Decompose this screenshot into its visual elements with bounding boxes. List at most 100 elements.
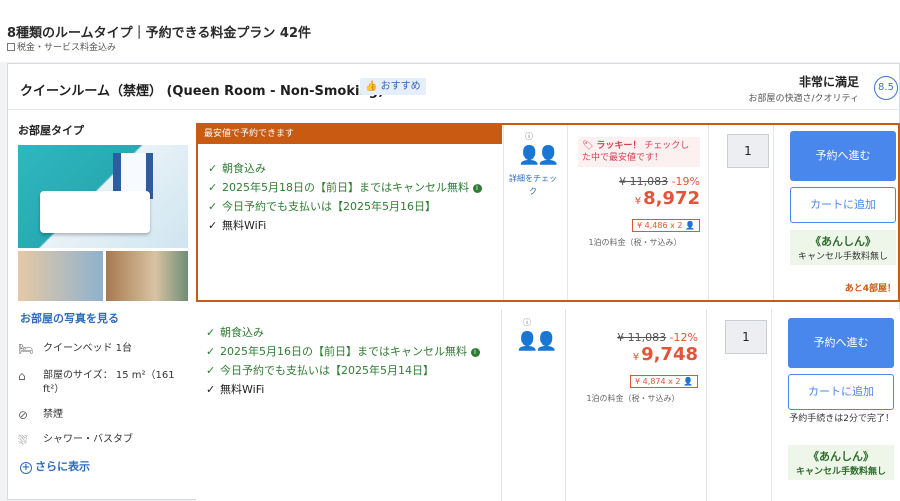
price-block: ¥ 11,083 -19% ¥8,972 ¥ 4,486 x 2 👤 1泊の料金… [570,175,700,248]
anshin-title: 《あんしん》 [810,235,876,248]
original-price-row: ¥ 11,083 -19% [570,175,700,188]
lucky-bold: ラッキー！ [596,141,642,151]
divider [565,309,566,501]
results-header: 8種類のルームタイプ｜予約できる料金プラン 42件 税金・サービス料金込み [0,0,900,62]
currency: ¥ [634,196,642,207]
original-price-row: ¥ 11,083 -12% [568,331,698,344]
condition-text: 2025年5月18日の【前日】まではキャンセル無料 [222,181,469,194]
show-more-link[interactable]: + さらに表示 [20,458,90,474]
receipt-icon [7,43,15,51]
rating-label: 非常に満足 [798,75,859,89]
room-photo-main[interactable] [18,145,188,248]
price-value: 8,972 [643,188,700,209]
per-person-price: ¥ 4,486 x 2 👤 [632,219,700,232]
tax-note: 税金・サービス料金込み [7,40,116,53]
info-icon[interactable]: i [470,348,480,357]
book-button[interactable]: 予約へ進む [788,318,894,368]
tag-icon: 🏷 [582,141,594,151]
divider [771,309,772,501]
room-quantity-select[interactable]: 1 [727,134,769,168]
show-more-label: さらに表示 [35,460,90,473]
shower-icon: ⛆ [18,433,28,447]
original-price: ¥ 11,083 [617,331,667,344]
lowest-price-banner: 最安値で予約できます [198,125,502,144]
thumbs-up-icon: 👍 [365,81,378,92]
check-icon: ✓ [206,364,216,377]
room-photo-thumb-2[interactable] [106,251,188,301]
anshin-title: 《あんしん》 [808,450,874,463]
add-to-cart-button[interactable]: カートに追加 [790,187,896,223]
condition-cancel: ✓ 2025年5月18日の【前日】まではキャンセル無料 i [208,178,498,197]
condition-breakfast: ✓ 朝食込み [208,159,498,178]
check-icon: ✓ [206,326,216,339]
divider [503,125,504,300]
check-icon: ✓ [208,162,218,175]
condition-text: 朝食込み [220,326,264,339]
detail-check-link[interactable]: 詳細をチェック [508,172,558,198]
check-icon: ✓ [206,345,216,358]
price-value: 9,748 [641,344,698,365]
night-note: 1泊の料金（税・サ込み） [586,394,680,403]
amenity-label: シャワー・バスタブ [43,434,133,445]
person-icon: 👤 [683,377,693,386]
plan-conditions: ✓ 朝食込み ✓ 2025年5月18日の【前日】まではキャンセル無料 i ✓ 今日予約… [208,159,498,235]
no-smoking-icon: ⊘ [18,408,29,422]
check-icon: ✓ [208,219,218,232]
condition-text: 2025年5月16日の【前日】まではキャンセル無料 [220,345,467,358]
room-size-icon: ⌂ [18,369,26,383]
anshin-badge: 《あんしん》 キャンセル手数料無し [790,230,896,265]
discount-percent: -19% [671,175,700,188]
price-block: ¥ 11,083 -12% ¥9,748 ¥ 4,874 x 2 👤 1泊の料金… [568,331,698,404]
per-person-price: ¥ 4,874 x 2 👤 [630,375,698,388]
divider [567,125,568,300]
add-to-cart-button[interactable]: カートに追加 [788,374,894,410]
rate-plan-1: 最安値で予約できます ✓ 朝食込み ✓ 2025年5月18日の【前日】まではキャンセ… [196,123,900,302]
divider [706,309,707,501]
condition-cancel: ✓ 2025年5月16日の【前日】まではキャンセル無料 i [206,342,496,361]
room-photo-thumb-1[interactable] [18,251,103,301]
original-price: ¥ 11,083 [619,175,669,188]
night-note: 1泊の料金（税・サ込み） [588,238,682,247]
room-quantity-select[interactable]: 1 [725,320,767,354]
info-icon[interactable]: ⓘ [522,131,536,145]
score-badge: 8.5 [874,76,898,100]
divider [501,309,502,501]
amenity-label: 禁煙 [43,409,63,420]
photo-window [121,153,146,193]
condition-payment: ✓ 今日予約でも支払いは【2025年5月16日】 [208,197,498,216]
plus-circle-icon: + [20,462,32,474]
quick-booking-note: 予約手続きは2分で完了！ [789,414,894,424]
room-name: クイーンルーム（禁煙） (Queen Room - Non-Smoking) [20,84,384,99]
check-icon: ✓ [208,181,218,194]
bed-icon: 🛏 [18,342,34,356]
recommend-badge: 👍 おすすめ [360,78,426,95]
anshin-badge: 《あんしん》 キャンセル手数料無し [788,445,894,480]
condition-text: 今日予約でも支払いは【2025年5月14日】 [220,364,434,377]
photo-bed [40,191,150,233]
results-title: 8種類のルームタイプ｜予約できる料金プラン 42件 [7,26,312,41]
anshin-sub: キャンセル手数料無し [795,467,886,477]
plan-conditions: ✓ 朝食込み ✓ 2025年5月16日の【前日】まではキャンセル無料 i ✓ 今日予約… [206,323,496,399]
recommend-label: おすすめ [380,81,421,92]
condition-breakfast: ✓ 朝食込み [206,323,496,342]
condition-text: 無料WiFi [222,219,267,232]
person-icon: 👤 [685,221,695,230]
room-header: クイーンルーム（禁煙） (Queen Room - Non-Smoking) 👍… [8,64,900,110]
info-icon[interactable]: i [472,184,482,193]
condition-wifi: ✓ 無料WiFi [208,216,498,235]
check-icon: ✓ [208,200,218,213]
room-info: お部屋タイプ お部屋の写真を見る 🛏 クイーンベッド 1台 ⌂ 部屋のサイズ： … [18,122,193,474]
condition-text: 無料WiFi [220,383,265,396]
rate-plan-2: ✓ 朝食込み ✓ 2025年5月16日の【前日】まではキャンセル無料 i ✓ 今日予約… [196,309,900,501]
see-photos-link[interactable]: お部屋の写真を見る [20,310,119,326]
condition-payment: ✓ 今日予約でも支払いは【2025年5月14日】 [206,361,496,380]
amenity-label: 部屋のサイズ： 15 m²（161 ft²） [43,370,175,395]
current-price: ¥8,972 [570,188,700,213]
room-card: クイーンルーム（禁煙） (Queen Room - Non-Smoking) 👍… [7,63,900,501]
info-icon[interactable]: ⓘ [520,317,534,331]
book-button[interactable]: 予約へ進む [790,131,896,181]
rooms-remaining: あと4部屋！ [844,284,896,294]
lucky-badge: 🏷 ラッキー！ チェックした中で最安値です！ [578,137,700,167]
rating-sub: お部屋の快適さ/クオリティ [748,94,860,104]
check-icon: ✓ [206,383,216,396]
